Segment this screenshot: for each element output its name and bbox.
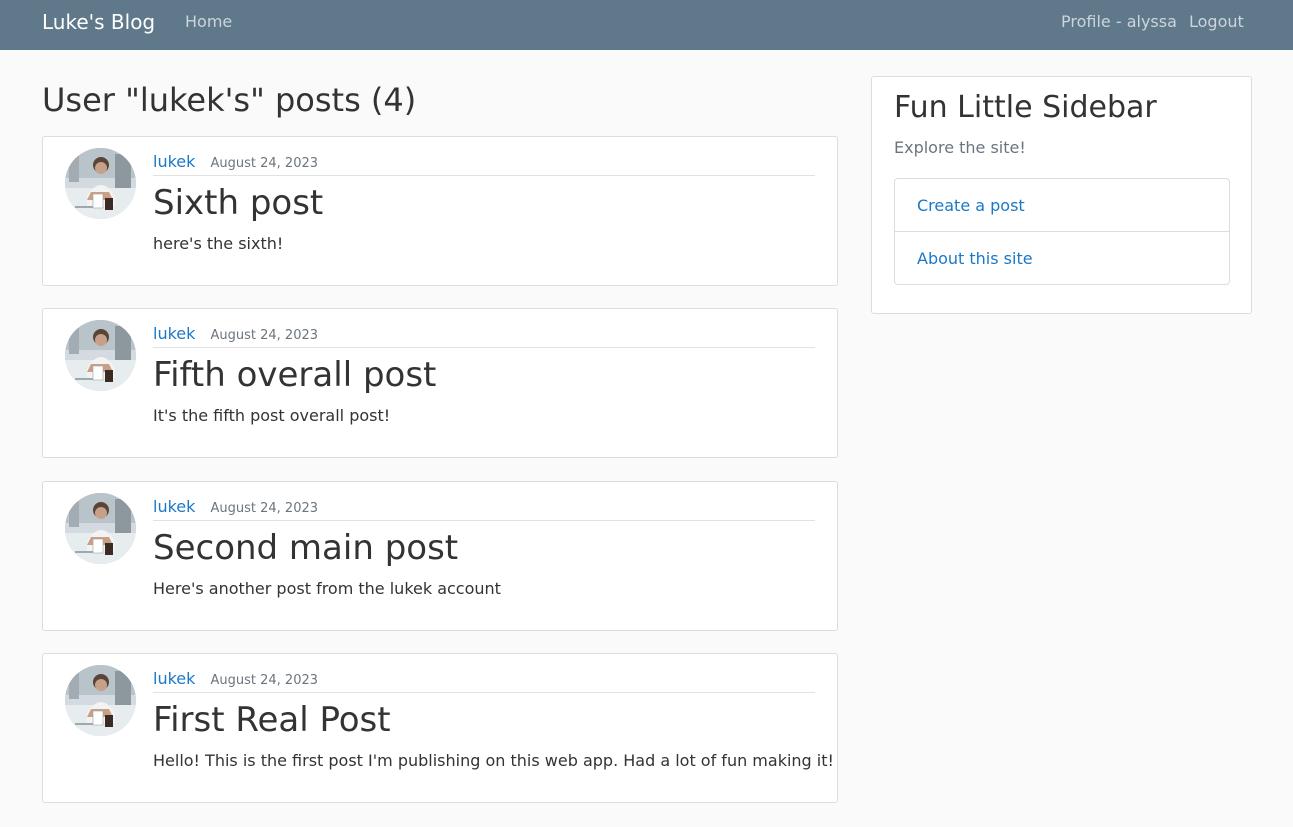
author-avatar[interactable] xyxy=(65,665,136,736)
avatar-image xyxy=(65,665,136,736)
nav-profile-link[interactable]: Profile - alyssa xyxy=(1061,11,1177,33)
post-author-link[interactable]: lukek xyxy=(153,152,195,171)
post-date: August 24, 2023 xyxy=(210,328,319,343)
post-content: Hello! This is the first post I'm publis… xyxy=(153,751,834,770)
brand-link[interactable]: Luke's Blog xyxy=(42,8,155,36)
post-meta: lukek August 24, 2023 xyxy=(153,323,815,348)
sidebar-link-list: Create a post About this site xyxy=(894,178,1230,285)
post-card: lukek August 24, 2023 First Real Post He… xyxy=(42,653,838,803)
avatar-image xyxy=(65,148,136,219)
post-meta: lukek August 24, 2023 xyxy=(153,668,815,693)
post-author-link[interactable]: lukek xyxy=(153,497,195,516)
author-avatar[interactable] xyxy=(65,148,136,219)
sidebar: Fun Little Sidebar Explore the site! Cre… xyxy=(871,76,1252,314)
post-meta: lukek August 24, 2023 xyxy=(153,151,815,176)
post-title-link[interactable]: Second main post xyxy=(153,527,458,569)
post-date: August 24, 2023 xyxy=(210,673,319,688)
avatar-image xyxy=(65,493,136,564)
post-card: lukek August 24, 2023 Sixth post here's … xyxy=(42,136,838,286)
post-card: lukek August 24, 2023 Second main post H… xyxy=(42,481,838,631)
nav-logout-link[interactable]: Logout xyxy=(1189,11,1244,33)
post-author-link[interactable]: lukek xyxy=(153,324,195,343)
post-content: Here's another post from the lukek accou… xyxy=(153,579,501,598)
navbar: Luke's Blog Home Profile - alyssa Logout xyxy=(0,0,1293,50)
avatar-image xyxy=(65,320,136,391)
create-post-link[interactable]: Create a post xyxy=(895,179,1229,232)
post-content: It's the fifth post overall post! xyxy=(153,406,391,425)
post-author-link[interactable]: lukek xyxy=(153,669,195,688)
post-content: here's the sixth! xyxy=(153,234,284,253)
author-avatar[interactable] xyxy=(65,320,136,391)
page-title: User "lukek's" posts (4) xyxy=(42,81,417,119)
post-meta: lukek August 24, 2023 xyxy=(153,496,815,521)
nav-home-link[interactable]: Home xyxy=(185,11,232,33)
post-title-link[interactable]: Fifth overall post xyxy=(153,354,436,396)
post-date: August 24, 2023 xyxy=(210,156,319,171)
post-date: August 24, 2023 xyxy=(210,501,319,516)
post-title-link[interactable]: First Real Post xyxy=(153,699,391,741)
sidebar-subtitle: Explore the site! xyxy=(894,138,1026,157)
author-avatar[interactable] xyxy=(65,493,136,564)
about-site-link[interactable]: About this site xyxy=(895,232,1229,284)
sidebar-title: Fun Little Sidebar xyxy=(894,90,1157,125)
post-card: lukek August 24, 2023 Fifth overall post… xyxy=(42,308,838,458)
post-title-link[interactable]: Sixth post xyxy=(153,182,323,224)
